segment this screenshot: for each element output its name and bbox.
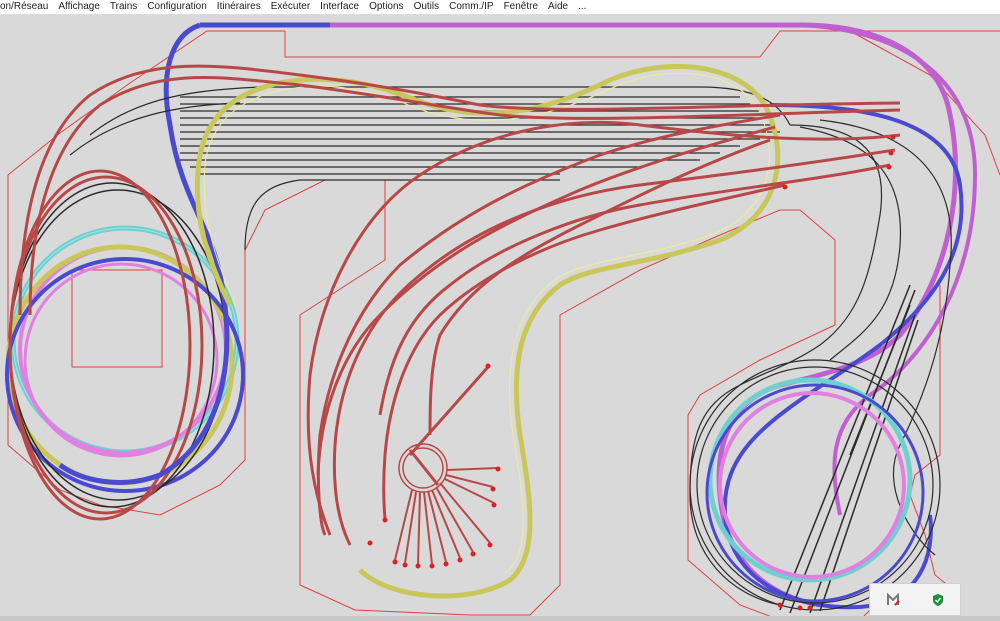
turntable-stalls: [394, 467, 499, 565]
menu-item-8[interactable]: Outils: [409, 0, 445, 14]
menu-item-1[interactable]: Affichage: [53, 0, 105, 14]
menu-item-10[interactable]: Fenêtre: [499, 0, 543, 14]
menu-item-2[interactable]: Trains: [105, 0, 142, 14]
red-branch-tracks: [18, 64, 901, 546]
menu-item-4[interactable]: Itinéraires: [212, 0, 266, 14]
menu-item-7[interactable]: Options: [364, 0, 408, 14]
track-plan[interactable]: [0, 15, 1000, 621]
menu-item-6[interactable]: Interface: [315, 0, 364, 14]
monitor-m-icon[interactable]: [885, 592, 901, 608]
menu-item-11[interactable]: Aide: [543, 0, 573, 14]
menu-item-12[interactable]: ...: [573, 0, 591, 14]
menu-bar: on/Réseau Affichage Trains Configuration Iti…: [0, 0, 1000, 15]
menu-item-5[interactable]: Exécuter: [266, 0, 315, 14]
menu-item-9[interactable]: Comm./IP: [444, 0, 498, 14]
menu-item-3[interactable]: Configuration: [142, 0, 211, 14]
layout-canvas[interactable]: [0, 15, 1000, 621]
shield-check-icon[interactable]: [930, 592, 946, 608]
system-tray: [869, 583, 961, 616]
menu-item-0[interactable]: on/Réseau: [0, 0, 53, 14]
bottom-border: [0, 616, 1000, 621]
turntable[interactable]: [398, 443, 448, 493]
